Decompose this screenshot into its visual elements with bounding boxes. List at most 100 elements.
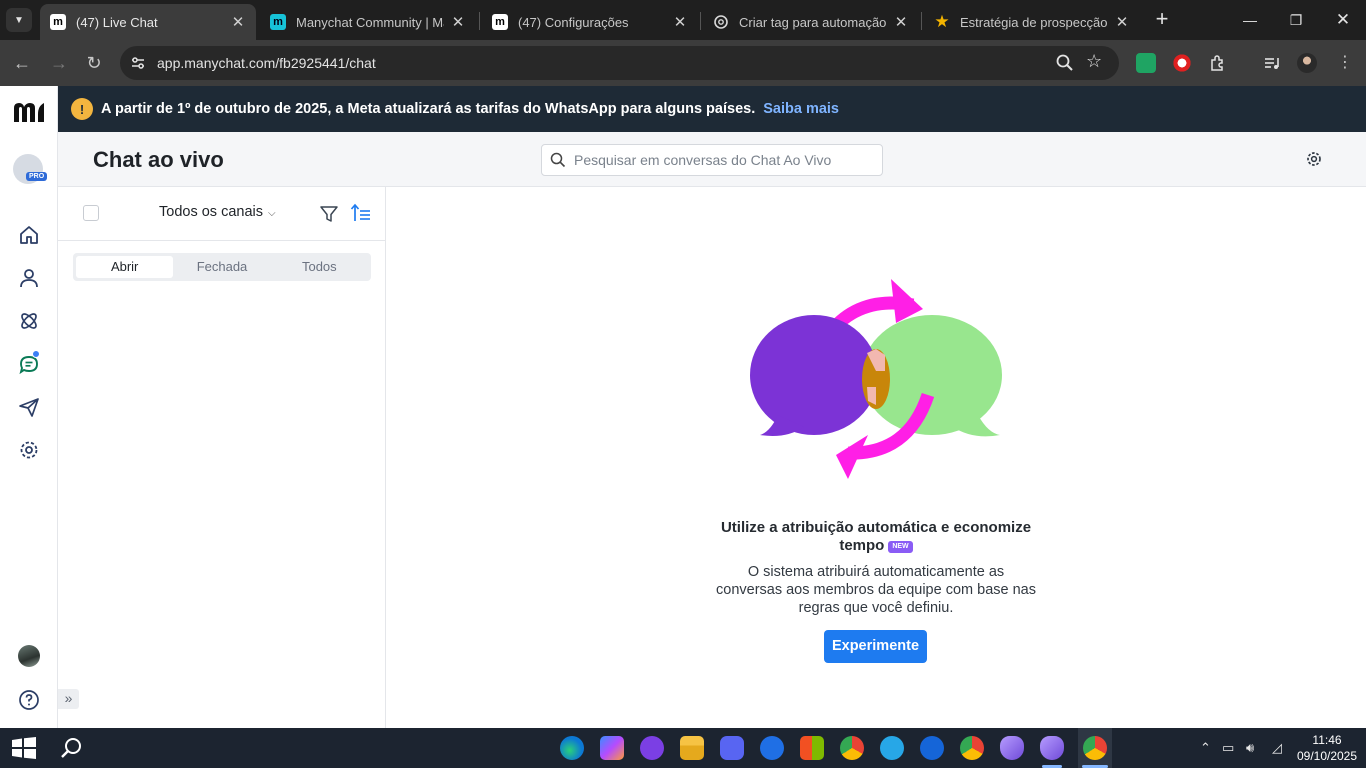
pro-badge: PRO — [26, 172, 48, 181]
close-tab-icon[interactable]: ✕ — [450, 13, 466, 31]
manychat-logo-icon: m — [50, 14, 66, 30]
tab-estrategia[interactable]: ★ Estratégia de prospecção em ✕ — [924, 4, 1140, 40]
help-icon[interactable] — [17, 688, 41, 712]
broadcast-icon[interactable] — [17, 395, 41, 419]
app-d-icon[interactable] — [640, 736, 664, 760]
gear-icon[interactable] — [1305, 150, 1323, 168]
manychat-logo-icon[interactable] — [12, 100, 46, 124]
filter-icon[interactable] — [319, 204, 339, 224]
tab-title: (47) Configurações — [518, 14, 629, 30]
url-text: app.manychat.com/fb2925441/chat — [157, 55, 376, 71]
tab-criar-tag[interactable]: Criar tag para automação ✕ — [703, 4, 919, 40]
clock-date: 09/10/2025 — [1296, 749, 1358, 763]
tab-manychat-community[interactable]: m Manychat Community | Man ✕ — [260, 4, 476, 40]
tab-open[interactable]: Abrir — [76, 256, 174, 278]
back-icon[interactable]: ← — [11, 52, 33, 74]
tab-title: Criar tag para automação — [739, 14, 887, 30]
close-window-icon[interactable]: ✕ — [1331, 8, 1355, 32]
tab-live-chat[interactable]: m (47) Live Chat ✕ — [40, 4, 256, 40]
file-explorer-icon[interactable] — [680, 736, 704, 760]
select-all-checkbox[interactable] — [83, 205, 99, 221]
search-taskbar-icon[interactable] — [60, 736, 84, 760]
chrome-active-icon[interactable] — [1083, 736, 1107, 760]
microsoft-store-icon[interactable] — [800, 736, 824, 760]
media-control-icon[interactable] — [1262, 53, 1282, 73]
auto-assign-illustration — [750, 279, 1002, 479]
restore-icon[interactable]: ❐ — [1284, 8, 1308, 32]
new-badge: NEW — [888, 541, 913, 553]
extensions-puzzle-icon[interactable] — [1208, 53, 1228, 73]
profile-avatar[interactable] — [1297, 53, 1317, 73]
tab-all[interactable]: Todos — [271, 256, 368, 278]
contacts-icon[interactable] — [17, 266, 41, 290]
system-clock[interactable]: 11:46 09/10/2025 — [1296, 732, 1358, 764]
forward-icon[interactable]: → — [48, 52, 70, 74]
expand-sidebar-button[interactable]: » — [58, 689, 79, 709]
new-tab-button[interactable]: + — [1150, 8, 1174, 32]
sheets-extension-icon[interactable] — [1136, 53, 1156, 73]
address-bar[interactable]: app.manychat.com/fb2925441/chat ☆ — [120, 46, 1119, 80]
tab-divider — [479, 12, 480, 30]
banner-text: A partir de 1º de outubro de 2025, a Met… — [101, 101, 756, 117]
chevron-up-icon[interactable]: ⌃ — [1200, 740, 1211, 756]
copilot-icon[interactable] — [600, 736, 624, 760]
tab-divider — [921, 12, 922, 30]
close-tab-icon[interactable]: ✕ — [1114, 13, 1130, 31]
empty-state-title: Utilize a atribuição automática e econom… — [706, 519, 1046, 555]
channel-filter-dropdown[interactable]: Todos os canais ⌵ — [159, 204, 276, 220]
status-tabs: Abrir Fechada Todos — [73, 253, 371, 281]
zoom-icon[interactable] — [1055, 53, 1075, 73]
site-info-icon[interactable] — [130, 55, 146, 71]
tab-search-button[interactable]: ▼ — [6, 8, 32, 32]
automation-icon[interactable] — [17, 309, 41, 333]
chrome-icon[interactable] — [960, 736, 984, 760]
discord-icon[interactable] — [720, 736, 744, 760]
chatgpt-icon — [713, 14, 729, 30]
conversation-list-panel: Todos os canais ⌵ Abrir Fechada Todos » — [58, 187, 386, 728]
search-icon — [550, 152, 566, 168]
edge-icon[interactable] — [560, 736, 584, 760]
warning-icon: ! — [71, 98, 93, 120]
volume-icon[interactable]: 🔊︎ — [1246, 740, 1254, 756]
manychat-logo-icon: m — [492, 14, 508, 30]
sort-icon[interactable] — [350, 202, 372, 224]
tab-title: Estratégia de prospecção em — [960, 14, 1108, 30]
user-avatar[interactable] — [18, 645, 40, 667]
windows-start-icon[interactable] — [12, 737, 36, 759]
minimize-icon[interactable]: — — [1238, 8, 1262, 32]
home-icon[interactable] — [17, 223, 41, 247]
browser-tab-strip: ▼ m (47) Live Chat ✕ m Manychat Communit… — [0, 0, 1366, 40]
obsidian-icon[interactable] — [1040, 736, 1064, 760]
search-box[interactable] — [541, 144, 883, 176]
pokeball-extension-icon[interactable] — [1172, 53, 1192, 73]
wifi-icon[interactable]: ◿ — [1272, 740, 1282, 756]
tab-title: Manychat Community | Man — [296, 14, 444, 30]
bookmark-star-icon[interactable]: ☆ — [1086, 51, 1102, 72]
browser-toolbar: ← → ↻ app.manychat.com/fb2925441/chat ☆ … — [0, 40, 1366, 86]
tab-divider — [700, 12, 701, 30]
tab-configuracoes[interactable]: m (47) Configurações ✕ — [482, 4, 698, 40]
close-tab-icon[interactable]: ✕ — [893, 13, 909, 31]
star-icon: ★ — [934, 12, 950, 31]
banner-link[interactable]: Saiba mais — [763, 101, 839, 117]
tab-closed[interactable]: Fechada — [173, 256, 270, 278]
app-sidebar: PRO — [0, 86, 58, 728]
close-tab-icon[interactable]: ✕ — [230, 13, 246, 31]
telegram-icon[interactable] — [880, 736, 904, 760]
settings-icon[interactable] — [17, 438, 41, 462]
obsidian-icon[interactable] — [1000, 736, 1024, 760]
network-icon[interactable]: ▭ — [1222, 740, 1234, 756]
windows-taskbar: ⌃ ▭ 🔊︎ ◿ 11:46 09/10/2025 — [0, 728, 1366, 768]
search-input[interactable] — [574, 149, 874, 171]
reload-icon[interactable]: ↻ — [83, 52, 105, 74]
chrome-profile-c-icon[interactable] — [840, 736, 864, 760]
empty-state-description: O sistema atribuirá automaticamente as c… — [716, 564, 1036, 616]
tab-title: (47) Live Chat — [76, 14, 158, 30]
bluetooth-icon[interactable] — [920, 736, 944, 760]
try-it-button[interactable]: Experimente — [824, 630, 927, 663]
close-tab-icon[interactable]: ✕ — [672, 13, 688, 31]
browser-menu-icon[interactable]: ⋮ — [1334, 52, 1356, 74]
zoom-app-icon[interactable] — [760, 736, 784, 760]
announcement-banner: ! A partir de 1º de outubro de 2025, a M… — [58, 86, 1366, 132]
notification-dot — [32, 350, 40, 358]
